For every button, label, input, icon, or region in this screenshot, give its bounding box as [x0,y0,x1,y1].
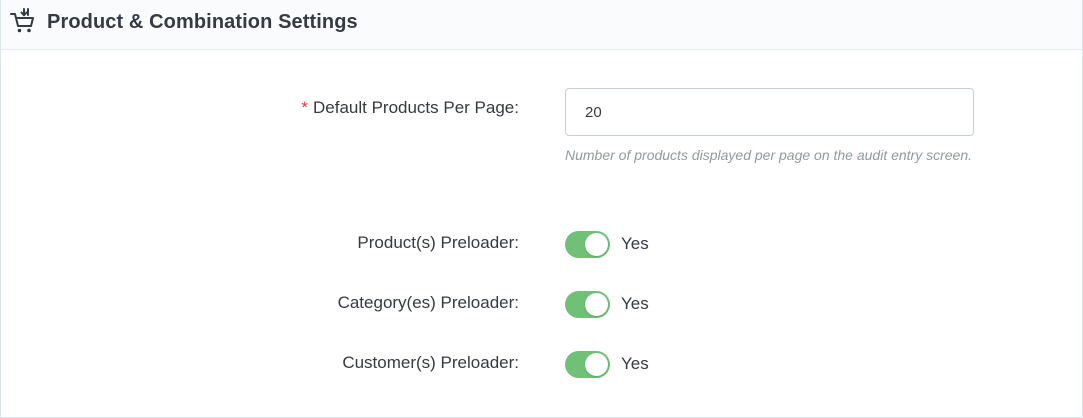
toggle-knob [585,293,608,316]
products-per-page-label: * Default Products Per Page: [301,98,519,118]
products-per-page-help: Number of products displayed per page on… [565,147,973,163]
toggle-knob [585,353,608,376]
products-per-page-input[interactable] [565,88,974,136]
product-preloader-state: Yes [621,234,649,253]
panel-header: Product & Combination Settings [1,0,1082,50]
products-per-page-label-text: Default Products Per Page: [312,98,519,117]
customer-preloader-toggle[interactable] [565,351,610,378]
customer-preloader-state: Yes [621,354,649,373]
panel-title: Product & Combination Settings [47,11,358,33]
customer-preloader-label: Customer(s) Preloader: [342,353,519,372]
required-marker: * [301,98,308,117]
product-preloader-toggle[interactable] [565,231,610,258]
settings-panel: Product & Combination Settings * Default … [0,0,1083,418]
category-preloader-state: Yes [621,294,649,313]
product-preloader-label: Product(s) Preloader: [357,233,519,252]
toggle-knob [585,233,608,256]
shopping-cart-icon [10,8,34,33]
category-preloader-toggle[interactable] [565,291,610,318]
category-preloader-label: Category(es) Preloader: [337,293,519,312]
